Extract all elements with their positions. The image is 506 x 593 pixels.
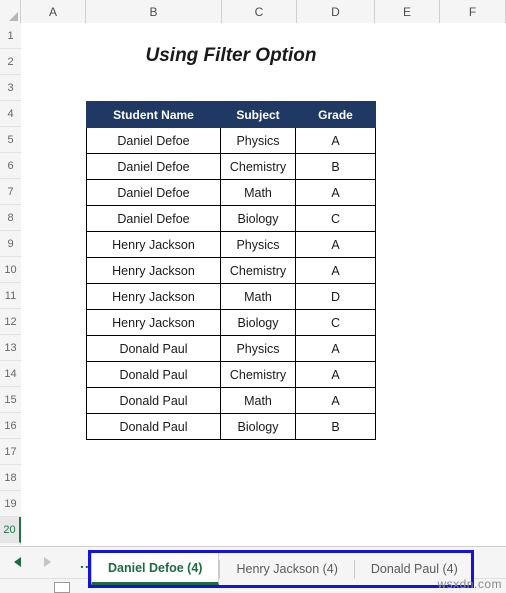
row-header-19[interactable]: 19 xyxy=(0,491,21,517)
cell-grade[interactable]: A xyxy=(295,231,376,258)
row-header-13[interactable]: 13 xyxy=(0,335,21,361)
cell-student-name[interactable]: Donald Paul xyxy=(86,387,221,414)
cell-grade[interactable]: C xyxy=(295,205,376,232)
cell-grade[interactable]: C xyxy=(295,309,376,336)
cell-subject[interactable]: Chemistry xyxy=(220,361,296,388)
column-header-c[interactable]: C xyxy=(222,0,297,23)
next-sheet-button[interactable] xyxy=(44,556,54,569)
column-header-cells: ABCDEF xyxy=(21,0,506,23)
previous-sheet-button[interactable] xyxy=(14,556,24,569)
cell-subject[interactable]: Biology xyxy=(220,413,296,440)
excel-window: ABCDEF 1 2 3 4 5 6 7 8 9 10 11 12 13 14 15 16 17 18 19 20 U… xyxy=(0,0,506,593)
cell-subject[interactable]: Physics xyxy=(220,231,296,258)
column-header-e[interactable]: E xyxy=(375,0,440,23)
cell-student-name[interactable]: Henry Jackson xyxy=(86,309,221,336)
table-row: Henry Jackson Math D xyxy=(86,283,376,310)
cell-subject[interactable]: Math xyxy=(220,283,296,310)
column-header-f[interactable]: F xyxy=(440,0,506,23)
cell-student-name[interactable]: Daniel Defoe xyxy=(86,205,221,232)
cell-student-name[interactable]: Donald Paul xyxy=(86,361,221,388)
cell-student-name[interactable]: Donald Paul xyxy=(86,413,221,440)
select-all-corner[interactable] xyxy=(0,0,21,23)
row-header-7[interactable]: 7 xyxy=(0,179,21,205)
triangle-left-icon xyxy=(14,556,21,567)
row-header-12[interactable]: 12 xyxy=(0,309,21,335)
cell-grade[interactable]: A xyxy=(295,257,376,284)
sheet-tab-daniel-defoe-4[interactable]: Daniel Defoe (4) xyxy=(91,553,220,585)
table-header-row: Student Name Subject Grade xyxy=(86,101,376,128)
column-header-grade[interactable]: Grade xyxy=(295,101,376,128)
cell-subject[interactable]: Math xyxy=(220,179,296,206)
row-header-8[interactable]: 8 xyxy=(0,205,21,231)
cell-subject[interactable]: Chemistry xyxy=(220,257,296,284)
cell-student-name[interactable]: Daniel Defoe xyxy=(86,179,221,206)
cell-subject[interactable]: Biology xyxy=(220,205,296,232)
status-bar-box-icon xyxy=(54,582,70,593)
column-header-d[interactable]: D xyxy=(297,0,375,23)
row-header-9[interactable]: 9 xyxy=(0,231,21,257)
column-header-bar: ABCDEF xyxy=(0,0,506,23)
cell-grade[interactable]: A xyxy=(295,127,376,154)
cell-subject[interactable]: Physics xyxy=(220,335,296,362)
cell-grade[interactable]: A xyxy=(295,387,376,414)
column-header-subject[interactable]: Subject xyxy=(220,101,296,128)
table-row: Daniel Defoe Physics A xyxy=(86,127,376,154)
table-row: Henry Jackson Biology C xyxy=(86,309,376,336)
row-header-10[interactable]: 10 xyxy=(0,257,21,283)
table-row: Henry Jackson Physics A xyxy=(86,231,376,258)
sheet-tabs: Daniel Defoe (4) Henry Jackson (4) Donald … xyxy=(91,553,474,585)
row-header-1[interactable]: 1 xyxy=(0,23,21,49)
cell-student-name[interactable]: Donald Paul xyxy=(86,335,221,362)
cell-grade[interactable]: B xyxy=(295,153,376,180)
row-header-15[interactable]: 15 xyxy=(0,387,21,413)
triangle-right-icon xyxy=(44,556,51,567)
table-row: Donald Paul Physics A xyxy=(86,335,376,362)
table-row: Daniel Defoe Chemistry B xyxy=(86,153,376,180)
sheet-nav-arrows: ... xyxy=(0,556,95,570)
column-header-student-name[interactable]: Student Name xyxy=(86,101,221,128)
table-row: Donald Paul Biology B xyxy=(86,413,376,440)
cell-grade[interactable]: B xyxy=(295,413,376,440)
cell-student-name[interactable]: Henry Jackson xyxy=(86,231,221,258)
row-header-20[interactable]: 20 xyxy=(0,517,21,543)
watermark: wsxdn.com xyxy=(437,577,502,591)
table-row: Daniel Defoe Math A xyxy=(86,179,376,206)
row-header-4[interactable]: 4 xyxy=(0,101,21,127)
cell-subject[interactable]: Chemistry xyxy=(220,153,296,180)
row-header-11[interactable]: 11 xyxy=(0,283,21,309)
sheet-title: Using Filter Option xyxy=(145,45,317,66)
student-grades-table: Student Name Subject Grade Daniel Defoe P… xyxy=(86,101,376,440)
row-header-2[interactable]: 2 xyxy=(0,49,21,75)
row-header-6[interactable]: 6 xyxy=(0,153,21,179)
cell-student-name[interactable]: Daniel Defoe xyxy=(86,153,221,180)
cell-student-name[interactable]: Henry Jackson xyxy=(86,257,221,284)
select-all-triangle-icon xyxy=(9,12,18,21)
table-row: Donald Paul Chemistry A xyxy=(86,361,376,388)
table-row: Daniel Defoe Biology C xyxy=(86,205,376,232)
cell-grade[interactable]: D xyxy=(295,283,376,310)
cell-student-name[interactable]: Daniel Defoe xyxy=(86,127,221,154)
cell-grade[interactable]: A xyxy=(295,361,376,388)
table-row: Donald Paul Math A xyxy=(86,387,376,414)
table-row: Henry Jackson Chemistry A xyxy=(86,257,376,284)
row-header-14[interactable]: 14 xyxy=(0,361,21,387)
cell-grade[interactable]: A xyxy=(295,179,376,206)
row-header-17[interactable]: 17 xyxy=(0,439,21,465)
row-header-3[interactable]: 3 xyxy=(0,75,21,101)
row-header-18[interactable]: 18 xyxy=(0,465,21,491)
row-header-16[interactable]: 16 xyxy=(0,413,21,439)
sheet-tab-henry-jackson-4[interactable]: Henry Jackson (4) xyxy=(220,553,354,585)
worksheet-grid[interactable]: Using Filter Option Student Name Subject… xyxy=(21,23,506,545)
cell-grade[interactable]: A xyxy=(295,335,376,362)
column-header-b[interactable]: B xyxy=(86,0,222,23)
row-header-5[interactable]: 5 xyxy=(0,127,21,153)
row-header-bar: 1 2 3 4 5 6 7 8 9 10 11 12 13 14 15 16 17 18 19 20 xyxy=(0,23,21,545)
cell-subject[interactable]: Math xyxy=(220,387,296,414)
column-header-a[interactable]: A xyxy=(21,0,86,23)
table-body: Daniel Defoe Physics A Daniel Defoe Chemistr… xyxy=(86,127,376,440)
cell-student-name[interactable]: Henry Jackson xyxy=(86,283,221,310)
cell-subject[interactable]: Biology xyxy=(220,309,296,336)
cell-subject[interactable]: Physics xyxy=(220,127,296,154)
